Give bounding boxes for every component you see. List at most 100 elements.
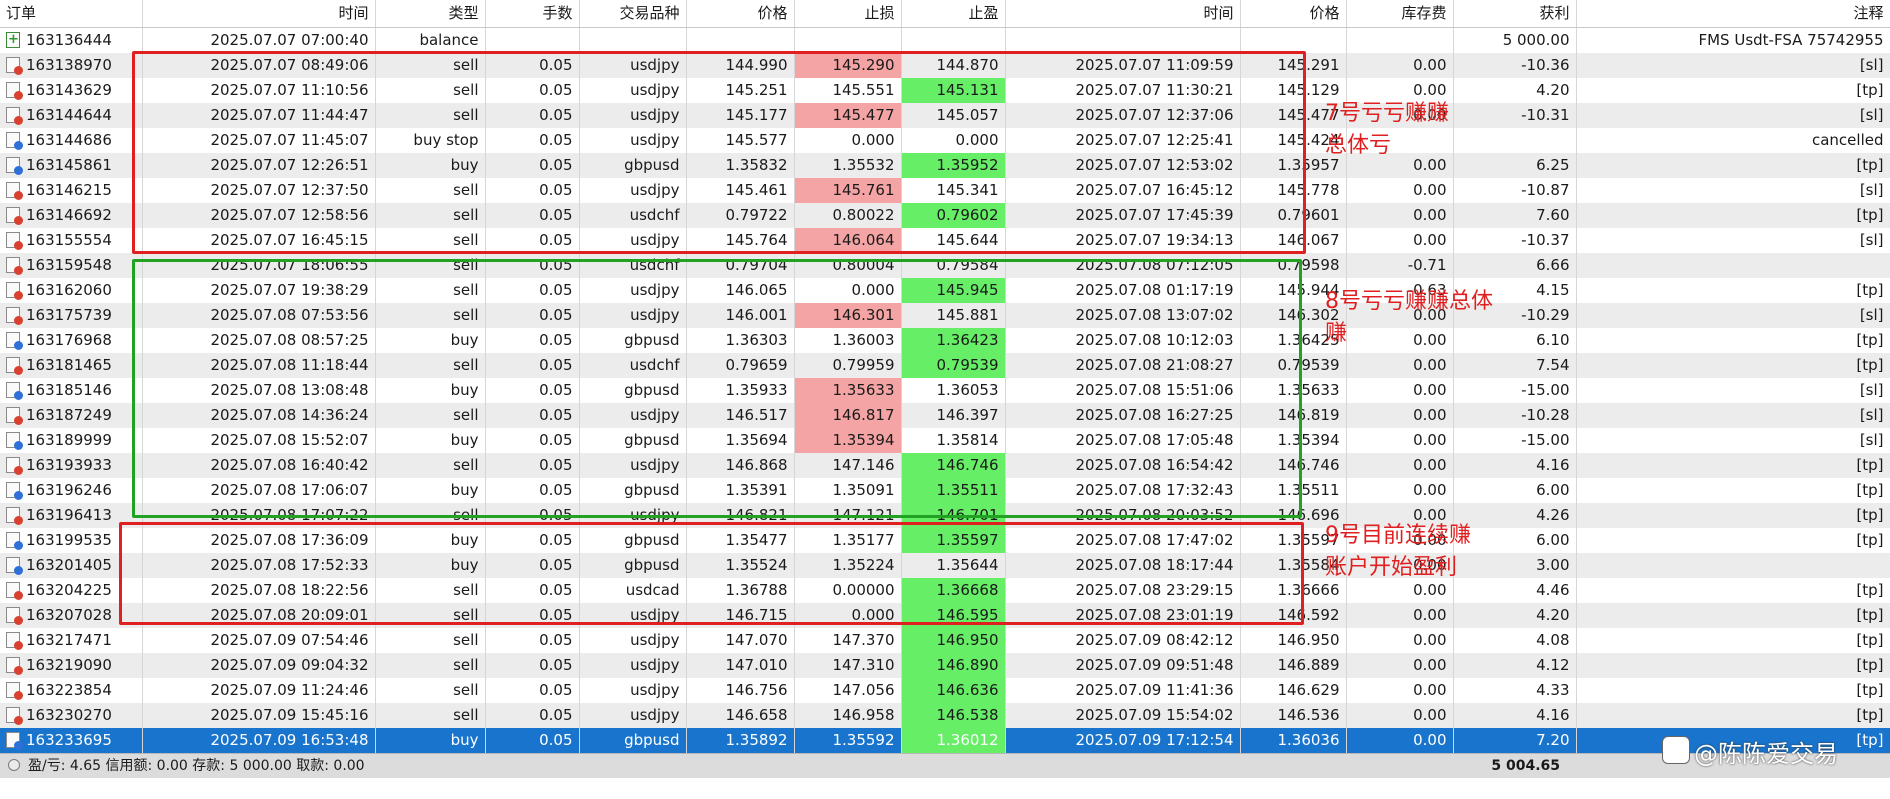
table-row[interactable]: 163223854 2025.07.09 11:24:46 sell 0.05 usdj…: [0, 677, 1890, 703]
sell-order-icon: [6, 57, 23, 75]
order-number: 163162060: [26, 280, 112, 299]
order-number: 163144686: [26, 130, 112, 149]
order-cell-content: 163136444: [6, 27, 136, 53]
cell-take-profit: 146.636: [901, 677, 1006, 703]
day9-highlight-box: [119, 522, 1304, 625]
order-number: 163187249: [26, 405, 112, 424]
header-close-price[interactable]: 价格: [1240, 0, 1347, 28]
sell-order-icon: [6, 232, 23, 250]
header-take-profit[interactable]: 止盈: [901, 0, 1006, 28]
cell-profit: 5 000.00: [1453, 27, 1577, 53]
cell-close-time: 2025.07.09 17:12:54: [1005, 727, 1241, 753]
cell-swap: 0.00: [1346, 202, 1454, 228]
order-number: 163159548: [26, 255, 112, 274]
header-type[interactable]: 类型: [375, 0, 486, 28]
sell-order-icon: [6, 682, 23, 700]
cell-profit: -10.36: [1453, 52, 1577, 78]
order-cell-content: 163159548: [6, 253, 136, 278]
cell-close-time: 2025.07.09 09:51:48: [1005, 652, 1241, 678]
sell-order-icon: [6, 632, 23, 650]
header-comment[interactable]: 注释: [1576, 0, 1890, 28]
header-open-time[interactable]: 时间: [142, 0, 376, 28]
cell-close-time: 2025.07.09 11:41:36: [1005, 677, 1241, 703]
cell-stop-loss: 1.35592: [794, 727, 902, 753]
header-volume[interactable]: 手数: [485, 0, 580, 28]
cell-order: 163185146: [0, 377, 143, 403]
cell-profit: 6.00: [1453, 527, 1577, 553]
cell-type: sell: [375, 652, 486, 678]
buy-order-icon: [6, 157, 23, 175]
cell-profit: 4.16: [1453, 702, 1577, 728]
cell-comment: [sl]: [1576, 302, 1890, 328]
cell-swap: 0.00: [1346, 377, 1454, 403]
day9-note-line2: 账户开始盈利: [1325, 555, 1458, 580]
cell-order: 163219090: [0, 652, 143, 678]
table-row[interactable]: 163233695 2025.07.09 16:53:48 buy 0.05 gbpus…: [0, 727, 1890, 753]
sell-order-icon: [6, 307, 23, 325]
cell-type: sell: [375, 677, 486, 703]
header-swap[interactable]: 库存费: [1346, 0, 1454, 28]
cell-swap: 0.00: [1346, 227, 1454, 253]
header-stop-loss[interactable]: 止损: [794, 0, 902, 28]
buy-order-icon: [6, 557, 23, 575]
order-number: 163219090: [26, 655, 112, 674]
cell-swap: [1346, 27, 1454, 53]
order-cell-content: 163219090: [6, 653, 136, 678]
cell-profit: 7.54: [1453, 352, 1577, 378]
cell-open-time: 2025.07.09 09:04:32: [142, 652, 376, 678]
header-profit[interactable]: 获利: [1453, 0, 1577, 28]
cell-open-price: 146.658: [686, 702, 795, 728]
order-number: 163155554: [26, 230, 112, 249]
order-cell-content: 163196413: [6, 503, 136, 528]
order-number: 163199535: [26, 530, 112, 549]
buy-order-icon: [6, 382, 23, 400]
header-symbol[interactable]: 交易品种: [579, 0, 687, 28]
order-cell-content: 163181465: [6, 353, 136, 378]
cell-profit: 4.08: [1453, 627, 1577, 653]
cell-open-price: 1.35892: [686, 727, 795, 753]
cell-close-price: 146.889: [1240, 652, 1347, 678]
table-row[interactable]: 163219090 2025.07.09 09:04:32 sell 0.05 usdj…: [0, 652, 1890, 678]
table-row[interactable]: 163230270 2025.07.09 15:45:16 sell 0.05 usdj…: [0, 702, 1890, 728]
order-cell-content: 163146692: [6, 203, 136, 228]
cell-comment: cancelled: [1576, 127, 1890, 153]
order-number: 163185146: [26, 380, 112, 399]
cell-swap: 0.00: [1346, 727, 1454, 753]
header-close-time[interactable]: 时间: [1005, 0, 1241, 28]
cell-close-time: 2025.07.09 15:54:02: [1005, 702, 1241, 728]
cell-open-time: 2025.07.09 07:54:46: [142, 627, 376, 653]
order-cell-content: 163204225: [6, 578, 136, 603]
cell-comment: [sl]: [1576, 377, 1890, 403]
cell-comment: [tp]: [1576, 77, 1890, 103]
sell-order-icon: [6, 607, 23, 625]
cell-comment: [tp]: [1576, 602, 1890, 628]
cell-profit: -10.28: [1453, 402, 1577, 428]
cell-swap: -0.71: [1346, 252, 1454, 278]
cell-comment: [sl]: [1576, 102, 1890, 128]
table-row[interactable]: 163217471 2025.07.09 07:54:46 sell 0.05 usdj…: [0, 627, 1890, 653]
cell-order: 163175739: [0, 302, 143, 328]
sell-order-icon: [6, 82, 23, 100]
cell-comment: [sl]: [1576, 177, 1890, 203]
header-open-price[interactable]: 价格: [686, 0, 795, 28]
cell-order: 163233695: [0, 727, 143, 753]
status-total-balance: 5 004.65: [1491, 758, 1560, 774]
cell-stop-loss: [794, 27, 902, 53]
table-row[interactable]: 163136444 2025.07.07 07:00:40balance 5 000…: [0, 27, 1890, 53]
cell-order: 163193933: [0, 452, 143, 478]
cell-close-price: 146.536: [1240, 702, 1347, 728]
cell-order: 163196246: [0, 477, 143, 503]
cell-profit: 6.66: [1453, 252, 1577, 278]
cell-close-time: 2025.07.09 08:42:12: [1005, 627, 1241, 653]
cell-swap: 0.00: [1346, 477, 1454, 503]
cell-stop-loss: 147.056: [794, 677, 902, 703]
cell-order: 163136444: [0, 27, 143, 53]
cell-comment: [tp]: [1576, 502, 1890, 528]
order-cell-content: 163207028: [6, 603, 136, 628]
watermark-text: @陈陈爱交易: [1694, 740, 1838, 768]
header-order[interactable]: 订单: [0, 0, 143, 28]
cell-open-time: 2025.07.09 16:53:48: [142, 727, 376, 753]
cell-comment: [tp]: [1576, 152, 1890, 178]
order-cell-content: 163187249: [6, 403, 136, 428]
order-cell-content: 163217471: [6, 628, 136, 653]
